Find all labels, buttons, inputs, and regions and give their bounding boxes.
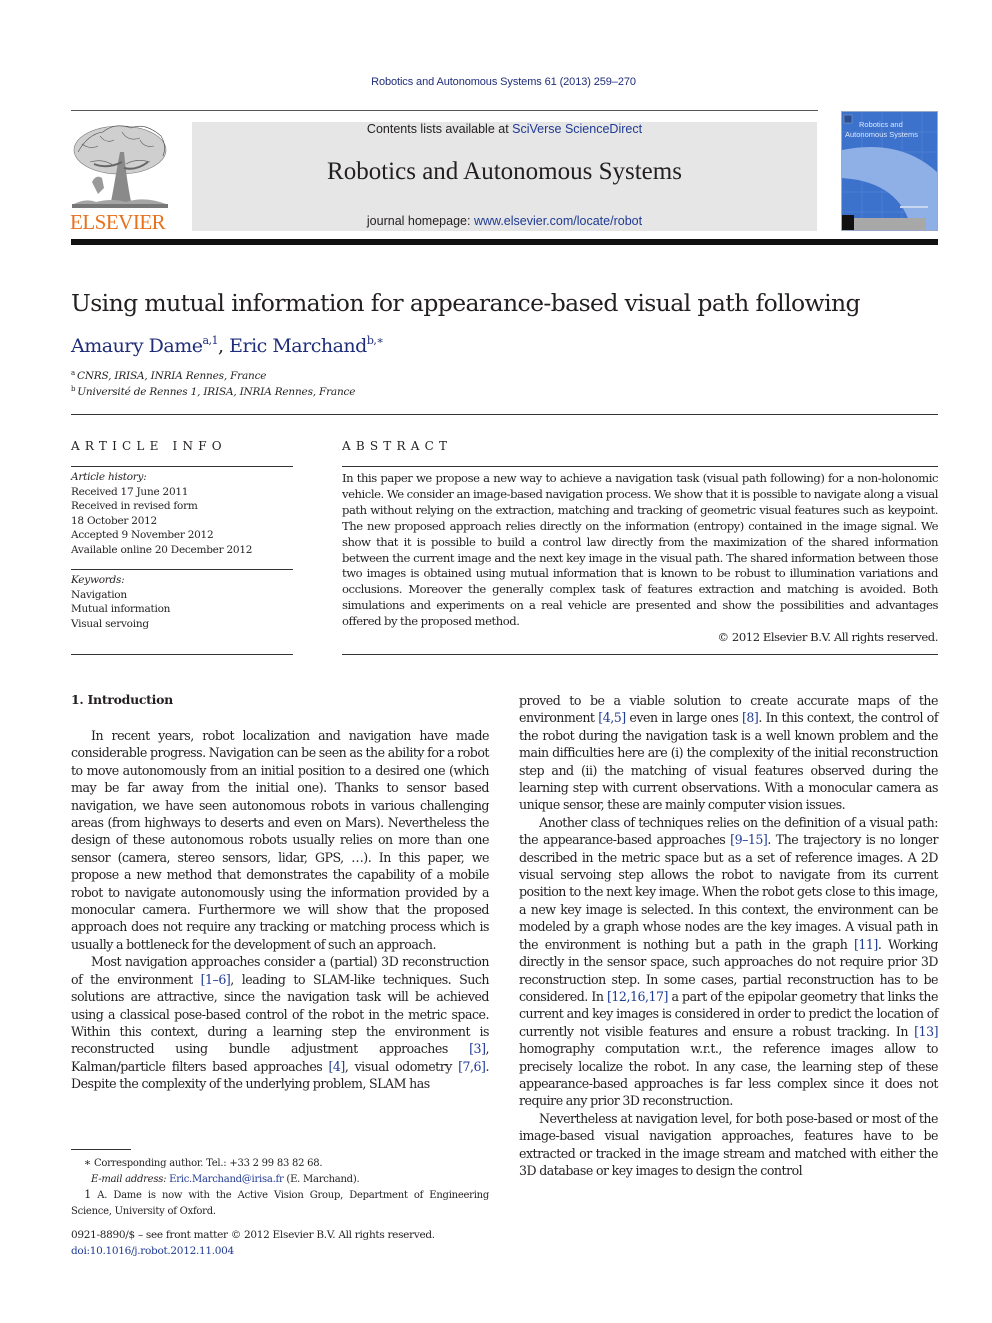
body-text: Nevertheless at navigation level, for bo…	[519, 1110, 939, 1178]
body-column-right: proved to be a viable solution to create…	[519, 692, 939, 1180]
author-affiliation-marker[interactable]: a,1	[202, 334, 218, 347]
citation-link[interactable]: [8]	[742, 710, 759, 725]
footnote-marker: ∗	[83, 1156, 91, 1169]
contents-prefix: Contents lists available at	[366, 122, 513, 136]
citation-link[interactable]: [9–15]	[730, 832, 768, 847]
abstract-copyright: © 2012 Elsevier B.V. All rights reserved…	[717, 630, 939, 644]
email-link[interactable]: Eric.Marchand@irisa.fr	[169, 1174, 284, 1185]
body-text: even in large ones	[625, 710, 742, 726]
author-name[interactable]: Amaury Dame	[71, 335, 203, 357]
article-history-label: Article history:	[71, 471, 147, 483]
homepage-link[interactable]: www.elsevier.com/locate/robot	[474, 214, 642, 228]
keyword-item: Navigation	[71, 588, 127, 601]
elsevier-logo: ELSEVIER	[70, 122, 174, 234]
keywords-label: Keywords:	[71, 574, 125, 586]
keywords: Keywords: Navigation Mutual information …	[71, 573, 293, 631]
sciencedirect-link[interactable]: SciVerse ScienceDirect	[512, 122, 642, 136]
journal-masthead: Contents lists available at SciVerse Sci…	[192, 122, 817, 231]
citation-link[interactable]: [4,5]	[598, 710, 626, 725]
footnote-author-note: 1 A. Dame is now with the Active Vision …	[71, 1187, 489, 1220]
history-item: Received 17 June 2011	[71, 485, 189, 498]
masthead-rule	[71, 239, 938, 245]
body-text: , visual odometry	[344, 1058, 459, 1074]
body-paragraph: proved to be a viable solution to create…	[519, 692, 939, 814]
homepage-line: journal homepage: www.elsevier.com/locat…	[192, 214, 817, 228]
header-rule	[71, 110, 818, 111]
history-item: 18 October 2012	[71, 514, 157, 527]
history-item: Accepted 9 November 2012	[71, 529, 214, 541]
citation-link[interactable]: [13]	[914, 1024, 938, 1039]
homepage-prefix: journal homepage:	[366, 214, 474, 228]
cover-artwork: Robotics and Autonomous Systems	[842, 112, 937, 230]
email-suffix: (E. Marchand).	[283, 1174, 360, 1185]
body-paragraph: Another class of techniques relies on th…	[519, 814, 939, 1110]
issn-line: 0921-8890/$ – see front matter © 2012 El…	[71, 1229, 435, 1241]
journal-name: Robotics and Autonomous Systems	[327, 158, 682, 185]
author-name[interactable]: Eric Marchand	[229, 335, 367, 357]
abstract-rule	[342, 654, 938, 655]
keyword-item: Mutual information	[71, 603, 171, 615]
citation-link[interactable]: [3]	[469, 1041, 486, 1056]
footnote-rule	[71, 1149, 131, 1150]
body-paragraph: Nevertheless at navigation level, for bo…	[519, 1110, 939, 1180]
cover-title-line2: Autonomous Systems	[845, 130, 918, 139]
body-text: In recent years, robot localization and …	[71, 728, 490, 952]
footnote-corresponding-author: ∗ Corresponding author. Tel.: +33 2 99 8…	[71, 1155, 489, 1188]
article-title: Using mutual information for appearance-…	[71, 289, 861, 317]
affiliation-a: a CNRS, IRISA, INRIA Rennes, France	[71, 369, 267, 382]
article-info-rule	[71, 654, 293, 655]
contents-line: Contents lists available at SciVerse Sci…	[192, 122, 817, 136]
article-info-rule	[71, 466, 293, 467]
body-column-left: In recent years, robot localization and …	[71, 727, 490, 1093]
footnote-marker: 1	[84, 1188, 91, 1201]
affiliation-mark: a	[71, 369, 75, 377]
history-item: Available online 20 December 2012	[71, 543, 253, 556]
footnote-text: A. Dame is now with the Active Vision Gr…	[71, 1190, 489, 1217]
citation-link[interactable]: [1–6]	[201, 972, 231, 987]
article-info-heading: ARTICLE INFO	[71, 439, 227, 453]
affiliation-text: Université de Rennes 1, IRISA, INRIA Ren…	[77, 386, 356, 398]
citation-link[interactable]: [12,16,17]	[607, 989, 668, 1004]
body-text: homography computation w.r.t., the refer…	[519, 1041, 939, 1109]
title-block-rule	[71, 414, 938, 415]
journal-cover-thumbnail[interactable]: Robotics and Autonomous Systems	[841, 111, 938, 231]
email-label: E-mail address:	[91, 1174, 170, 1185]
citation-link[interactable]: [11]	[854, 937, 878, 952]
body-text: . In this context, the control of the ro…	[519, 710, 939, 813]
abstract-rule	[342, 466, 938, 467]
abstract-text: In this paper we propose a new way to ac…	[342, 471, 938, 629]
author-separator: ,	[218, 335, 230, 357]
article-history: Article history: Received 17 June 2011 R…	[71, 470, 293, 557]
body-text: . The trajectory is no longer described …	[519, 832, 939, 952]
citation-link[interactable]: [4]	[328, 1059, 345, 1074]
keyword-item: Visual servoing	[71, 617, 149, 630]
elsevier-wordmark: ELSEVIER	[70, 210, 166, 234]
citation-link[interactable]: [7,6]	[458, 1059, 486, 1074]
journal-citation[interactable]: Robotics and Autonomous Systems 61 (2013…	[0, 76, 992, 88]
history-item: Received in revised form	[71, 500, 198, 512]
doi-link[interactable]: doi:10.1016/j.robot.2012.11.004	[71, 1245, 234, 1257]
footnote-text: Corresponding author. Tel.: +33 2 99 83 …	[93, 1158, 323, 1169]
article-info-rule	[71, 569, 293, 570]
author-affiliation-marker[interactable]: b,∗	[367, 334, 384, 347]
cover-title-line1: Robotics and	[859, 120, 903, 129]
affiliation-text: CNRS, IRISA, INRIA Rennes, France	[76, 370, 267, 382]
affiliation-mark: b	[71, 385, 76, 393]
body-paragraph: In recent years, robot localization and …	[71, 727, 490, 953]
section-heading-introduction: 1. Introduction	[71, 692, 173, 707]
abstract-heading: ABSTRACT	[342, 439, 453, 453]
tree-icon	[72, 125, 168, 208]
body-paragraph: Most navigation approaches consider a (p…	[71, 953, 490, 1092]
affiliation-b: b Université de Rennes 1, IRISA, INRIA Re…	[71, 385, 355, 398]
author-list: Amaury Damea,1, Eric Marchandb,∗	[71, 334, 384, 357]
